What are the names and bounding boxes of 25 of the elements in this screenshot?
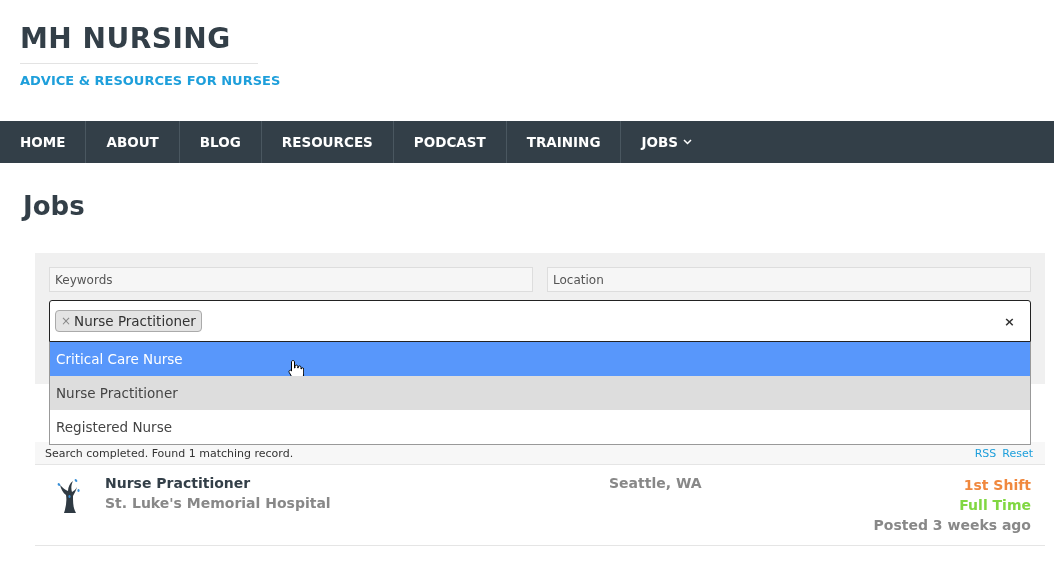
nav-item[interactable]: JOBS	[621, 121, 712, 163]
nav-item[interactable]: TRAINING	[506, 121, 622, 163]
page-title: Jobs	[23, 191, 86, 223]
site-tagline: ADVICE & RESOURCES FOR NURSES	[20, 73, 281, 88]
selected-tag: × Nurse Practitioner	[55, 310, 202, 332]
clear-button[interactable]: ×	[1004, 313, 1015, 329]
keywords-field[interactable]: Keywords	[49, 267, 533, 292]
job-type-select[interactable]: × Nurse Practitioner ×	[49, 300, 1031, 342]
tree-icon	[55, 477, 83, 515]
site-title[interactable]: MH NURSING	[20, 22, 258, 64]
posted-date: Posted 3 weeks ago	[873, 516, 1031, 535]
job-location: Seattle, WA	[609, 475, 702, 493]
dropdown-option[interactable]: Registered Nurse	[50, 410, 1030, 444]
nav-item[interactable]: PODCAST	[393, 121, 507, 163]
location-field[interactable]: Location	[547, 267, 1031, 292]
job-tag: Full Time	[873, 495, 1031, 515]
job-title[interactable]: Nurse Practitioner	[105, 475, 609, 491]
nav-item[interactable]: HOME	[0, 121, 87, 163]
nav-item[interactable]: ABOUT	[86, 121, 180, 163]
dropdown-option[interactable]: Nurse Practitioner	[50, 376, 1030, 410]
job-tag: 1st Shift	[873, 475, 1031, 495]
nav-item[interactable]: RESOURCES	[261, 121, 394, 163]
nav-item[interactable]: BLOG	[179, 121, 262, 163]
company-name: St. Luke's Memorial Hospital	[105, 495, 332, 511]
status-text: Search completed. Found 1 matching record.	[45, 446, 294, 460]
